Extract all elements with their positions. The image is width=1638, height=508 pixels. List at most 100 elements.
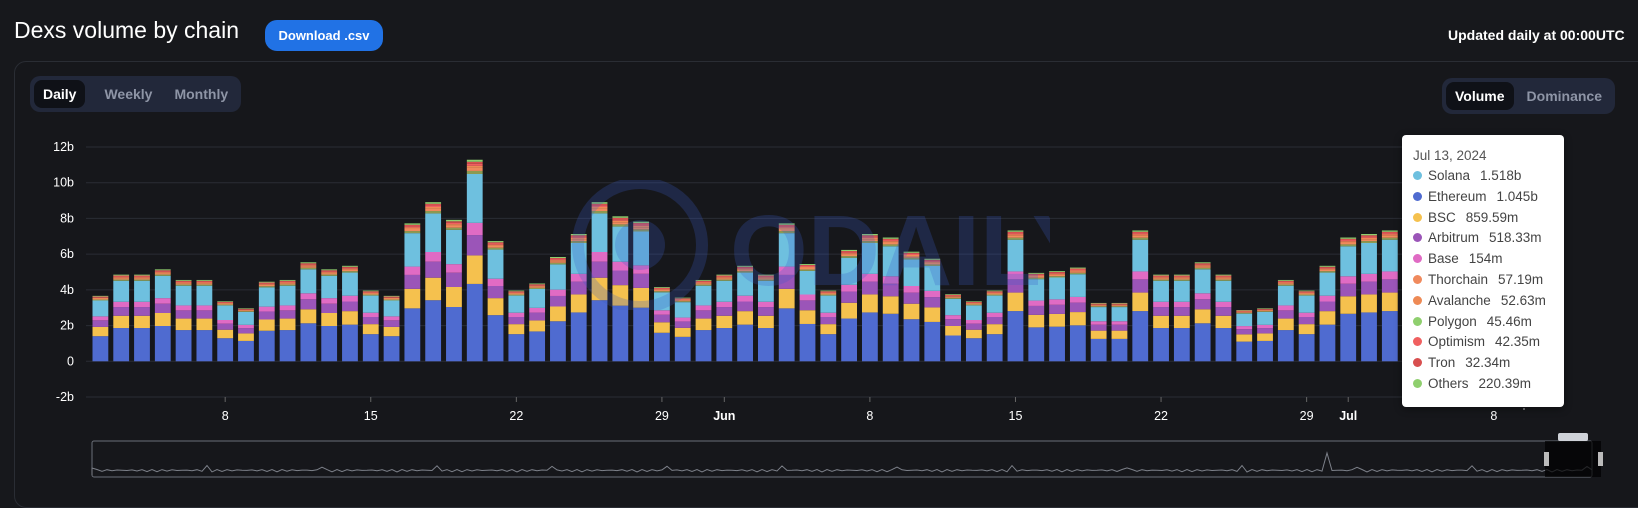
bar-segment	[674, 300, 691, 302]
bar-segment	[1215, 277, 1232, 279]
bar-segment	[1069, 296, 1086, 303]
bar-segment	[175, 318, 192, 331]
bar-segment	[175, 279, 192, 281]
bar-segment	[466, 165, 483, 168]
bar-segment	[965, 320, 982, 324]
bar-segment	[591, 261, 608, 278]
series-color-dot	[1413, 295, 1422, 305]
bar-segment	[404, 266, 421, 275]
bar-segment	[1153, 280, 1169, 302]
bar-segment	[674, 298, 691, 300]
bar-segment	[965, 323, 982, 330]
tooltip-row: Ethereum 1.045b	[1413, 189, 1538, 204]
bar-segment	[175, 305, 192, 311]
bar-segment	[1361, 294, 1377, 313]
bar-segment	[882, 244, 899, 247]
bar-segment	[1049, 276, 1065, 278]
bar-segment	[425, 261, 442, 278]
bar-segment	[1007, 279, 1024, 293]
bar-segment	[113, 301, 130, 308]
bar-segment	[1153, 328, 1169, 362]
bar-segment	[550, 264, 566, 290]
bar-segment	[446, 224, 462, 226]
bar-segment	[238, 324, 254, 329]
bar-segment	[945, 335, 961, 362]
bar-segment	[612, 261, 629, 271]
bar-segment	[154, 275, 171, 299]
bar-segment	[154, 326, 171, 362]
bar-segment	[217, 320, 234, 324]
y-tick-label: 8b	[60, 211, 74, 225]
bar-segment	[1194, 265, 1211, 267]
bar-segment	[113, 279, 130, 281]
bar-segment	[965, 329, 982, 339]
bar-segment	[1132, 237, 1149, 240]
bar-segment	[425, 203, 442, 206]
bar-segment	[383, 336, 400, 362]
bar-segment	[1090, 338, 1107, 362]
bar-segment	[778, 231, 795, 234]
bar-segment	[1090, 324, 1107, 331]
bar-segment	[820, 334, 837, 362]
tooltip-row: Tron 32.34m	[1413, 355, 1510, 370]
bar-segment	[279, 283, 296, 285]
bar-segment	[279, 279, 296, 281]
bar-segment	[1381, 237, 1398, 240]
bar-segment	[425, 277, 442, 301]
bar-segment	[758, 278, 774, 280]
bar-segment	[1257, 311, 1273, 312]
bar-segment	[342, 301, 358, 312]
bar-segment	[175, 282, 192, 284]
bar-segment	[820, 291, 837, 292]
bar-segment	[1173, 274, 1190, 276]
bar-segment	[154, 298, 171, 304]
series-color-dot	[1413, 379, 1422, 388]
bar-segment	[799, 323, 816, 362]
bar-segment	[362, 334, 379, 362]
bar-segment	[529, 287, 546, 289]
bar-segment	[570, 243, 587, 274]
bar-segment	[695, 282, 712, 284]
bar-segment	[134, 301, 150, 308]
bar-segment	[945, 294, 961, 295]
bar-segment	[217, 304, 234, 306]
bar-segment	[92, 316, 109, 321]
bar-segment	[1298, 294, 1315, 296]
bar-segment	[238, 309, 254, 310]
bar-segment	[570, 312, 587, 362]
bar-segment	[861, 243, 878, 274]
bar-segment	[300, 309, 317, 324]
tooltip-series-name: BSC	[1428, 209, 1456, 225]
bar-segment	[945, 315, 961, 320]
bar-segment	[1215, 280, 1232, 302]
bar-segment	[466, 163, 483, 166]
bar-segment	[1049, 272, 1065, 274]
bar-segment	[903, 257, 920, 260]
bar-segment	[466, 255, 483, 284]
bar-segment	[1069, 271, 1086, 273]
tooltip-series-value: 52.63m	[1500, 292, 1546, 308]
bar-segment	[487, 249, 504, 279]
bar-segment	[1153, 278, 1169, 280]
bar-segment	[196, 284, 213, 286]
bar-segment	[903, 259, 920, 286]
bar-segment	[487, 244, 504, 246]
bar-segment	[1236, 312, 1253, 314]
bar-segment	[217, 329, 234, 339]
bar-segment	[695, 310, 712, 319]
bar-segment	[1173, 275, 1190, 277]
bar-segment	[1257, 309, 1273, 310]
bar-segment	[238, 311, 254, 312]
bar-segment	[861, 281, 878, 295]
bar-segment	[737, 269, 754, 272]
bar-segment	[799, 294, 816, 301]
bar-segment	[404, 226, 421, 228]
bar-segment	[1007, 237, 1024, 240]
bar-segment	[279, 305, 296, 311]
bar-segment	[945, 326, 961, 336]
bar-segment	[1007, 235, 1024, 238]
bar-segment	[1236, 310, 1253, 312]
bar-segment	[1257, 312, 1273, 325]
bar-segment	[1153, 276, 1169, 278]
bar-segment	[924, 290, 941, 298]
